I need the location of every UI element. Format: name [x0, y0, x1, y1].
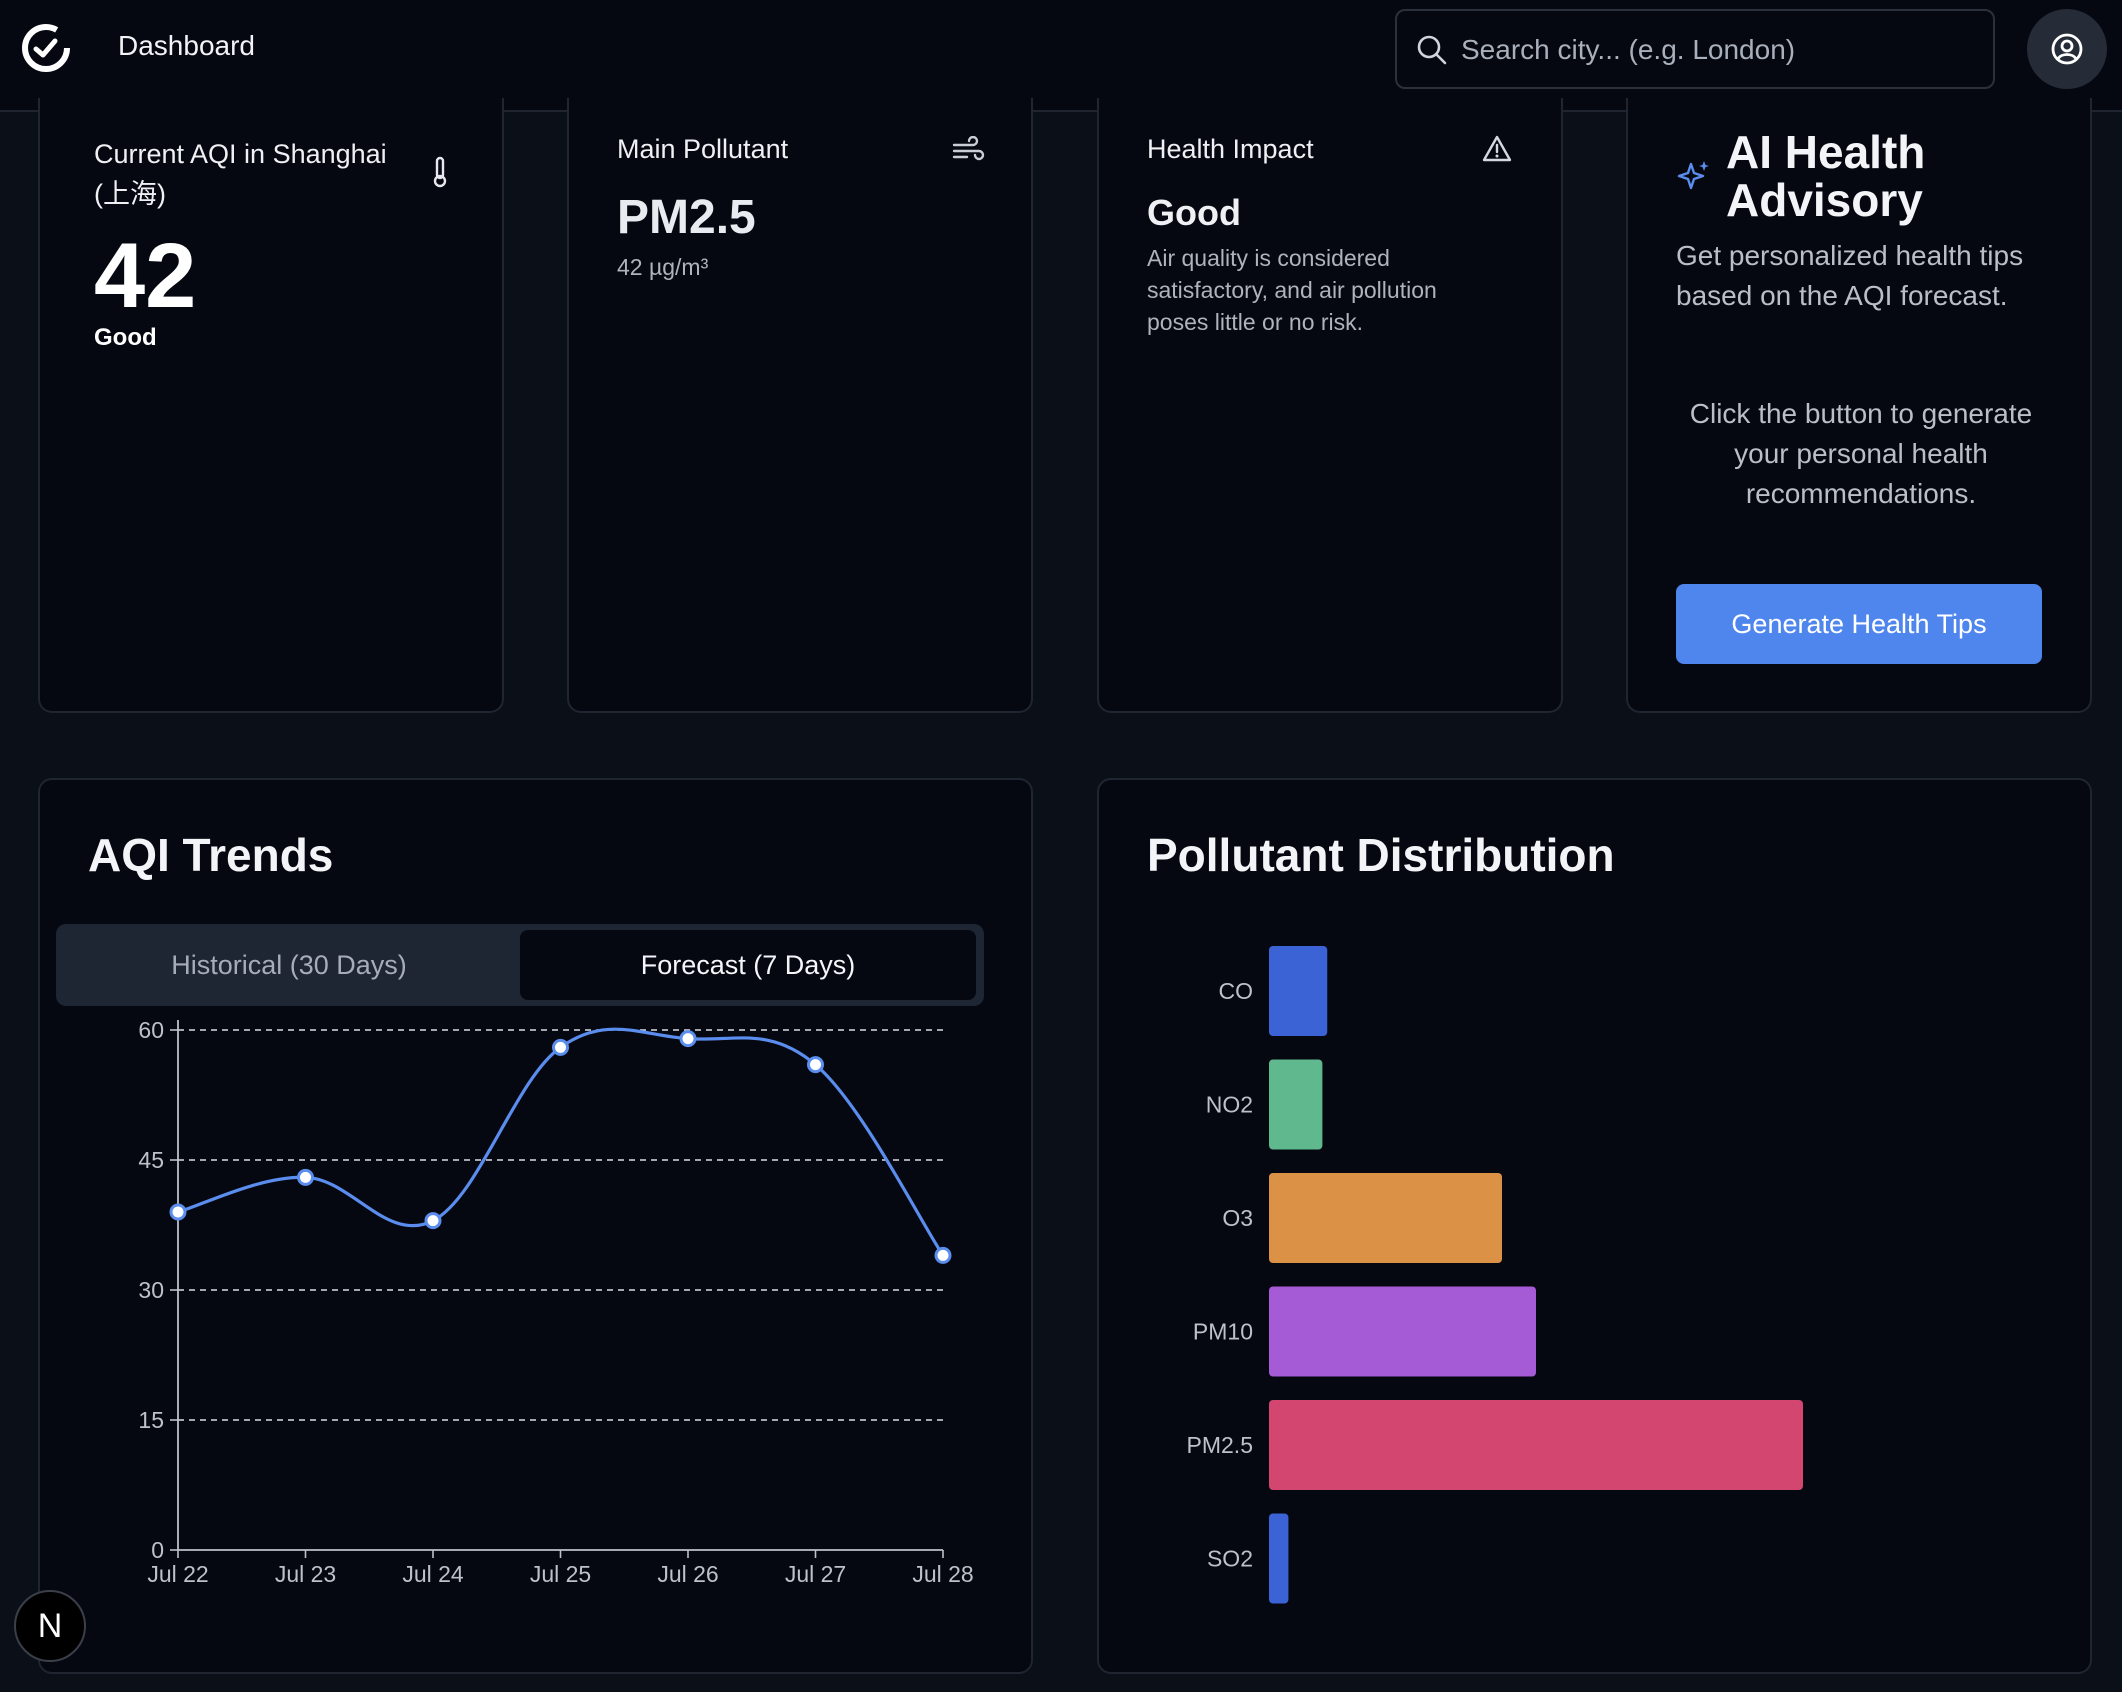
current-aqi-card: Current AQI in Shanghai (上海) 42 Good [38, 98, 504, 713]
health-status: Good [1147, 192, 1241, 233]
health-impact-label: Health Impact [1147, 134, 1314, 164]
bar-o3 [1269, 1173, 1503, 1263]
thermometer-icon [433, 156, 447, 188]
x-tick-label: Jul 28 [912, 1561, 973, 1587]
x-tick-label: Jul 22 [147, 1561, 208, 1587]
aqi-trend-chart: 0 15 30 45 60 Jul 22 Jul 23 Jul 24 Jul 25 Jul 26 J… [138, 1017, 973, 1587]
data-point [552, 1038, 569, 1056]
next-dev-badge[interactable]: N [14, 1590, 86, 1662]
category-label: NO2 [1206, 1092, 1253, 1118]
ai-advisory-title: AI Health Advisory [1726, 126, 1926, 226]
search-icon [1417, 35, 1447, 65]
x-tick-label: Jul 25 [530, 1561, 591, 1587]
y-tick-label: 45 [138, 1147, 164, 1173]
y-tick-label: 30 [138, 1277, 164, 1303]
logo-icon[interactable] [20, 22, 72, 74]
wind-icon [952, 136, 985, 161]
bar-pm10 [1269, 1286, 1536, 1377]
aqi-category: Good [94, 324, 157, 351]
category-label: CO [1219, 978, 1254, 1004]
health-description: Air quality is considered satisfactory, … [1147, 245, 1437, 335]
y-tick-label: 60 [138, 1017, 164, 1043]
nav-title[interactable]: Dashboard [118, 30, 255, 62]
aqi-value: 42 [94, 225, 197, 327]
aqi-trends-card: AQI Trends Historical (30 Days) Forecast… [38, 778, 1033, 1674]
y-tick-label: 0 [151, 1537, 164, 1563]
bar-so2 [1269, 1513, 1289, 1604]
x-tick-label: Jul 23 [275, 1561, 336, 1587]
pollutant-concentration: 42 µg/m³ [617, 254, 709, 280]
sparkles-icon [1677, 161, 1709, 190]
user-menu-button[interactable] [2027, 9, 2107, 89]
generate-health-tips-button[interactable]: Generate Health Tips [1676, 584, 2042, 664]
x-tick-label: Jul 24 [402, 1561, 464, 1587]
data-point [169, 1203, 187, 1221]
pollutant-name: PM2.5 [617, 191, 756, 244]
ai-advisory-card: AI Health Advisory Get personalized heal… [1626, 98, 2092, 713]
bar-no2 [1269, 1059, 1323, 1150]
bar-co [1269, 946, 1328, 1036]
data-point [807, 1056, 824, 1074]
category-label: SO2 [1207, 1546, 1253, 1572]
top-navbar: Dashboard [0, 0, 2122, 112]
health-impact-card: Health Impact Good Air quality is consid… [1097, 98, 1563, 713]
x-tick-label: Jul 26 [657, 1561, 718, 1587]
data-point [934, 1246, 952, 1264]
user-circle-icon [2051, 33, 2083, 65]
data-point [297, 1168, 314, 1186]
aqi-forecast-line [177, 1027, 945, 1257]
x-tick-label: Jul 27 [785, 1561, 846, 1587]
bar-pm25 [1269, 1400, 1803, 1490]
main-pollutant-label: Main Pollutant [617, 134, 789, 164]
search-box[interactable] [1395, 9, 1995, 89]
ai-advisory-prompt: Click the button to generate your person… [1689, 398, 2033, 509]
data-point [424, 1212, 442, 1230]
data-point [679, 1030, 697, 1048]
main-pollutant-card: Main Pollutant PM2.5 42 µg/m³ [567, 98, 1033, 713]
y-tick-label: 15 [138, 1407, 164, 1433]
ai-advisory-subtitle: Get personalized health tips based on th… [1676, 240, 2024, 311]
search-input[interactable] [1461, 25, 1981, 75]
pollutant-distribution-chart: CO NO2 O3 PM10 PM2.5 SO2 [1187, 946, 1803, 1604]
category-label: PM10 [1193, 1319, 1253, 1345]
current-aqi-label: Current AQI in Shanghai (上海) [94, 139, 387, 209]
alert-triangle-icon [1482, 135, 1512, 162]
category-label: O3 [1222, 1205, 1253, 1231]
pollutant-distribution-card: Pollutant Distribution CO NO2 O3 PM10 PM2.5 S… [1097, 778, 2092, 1674]
category-label: PM2.5 [1187, 1432, 1253, 1458]
